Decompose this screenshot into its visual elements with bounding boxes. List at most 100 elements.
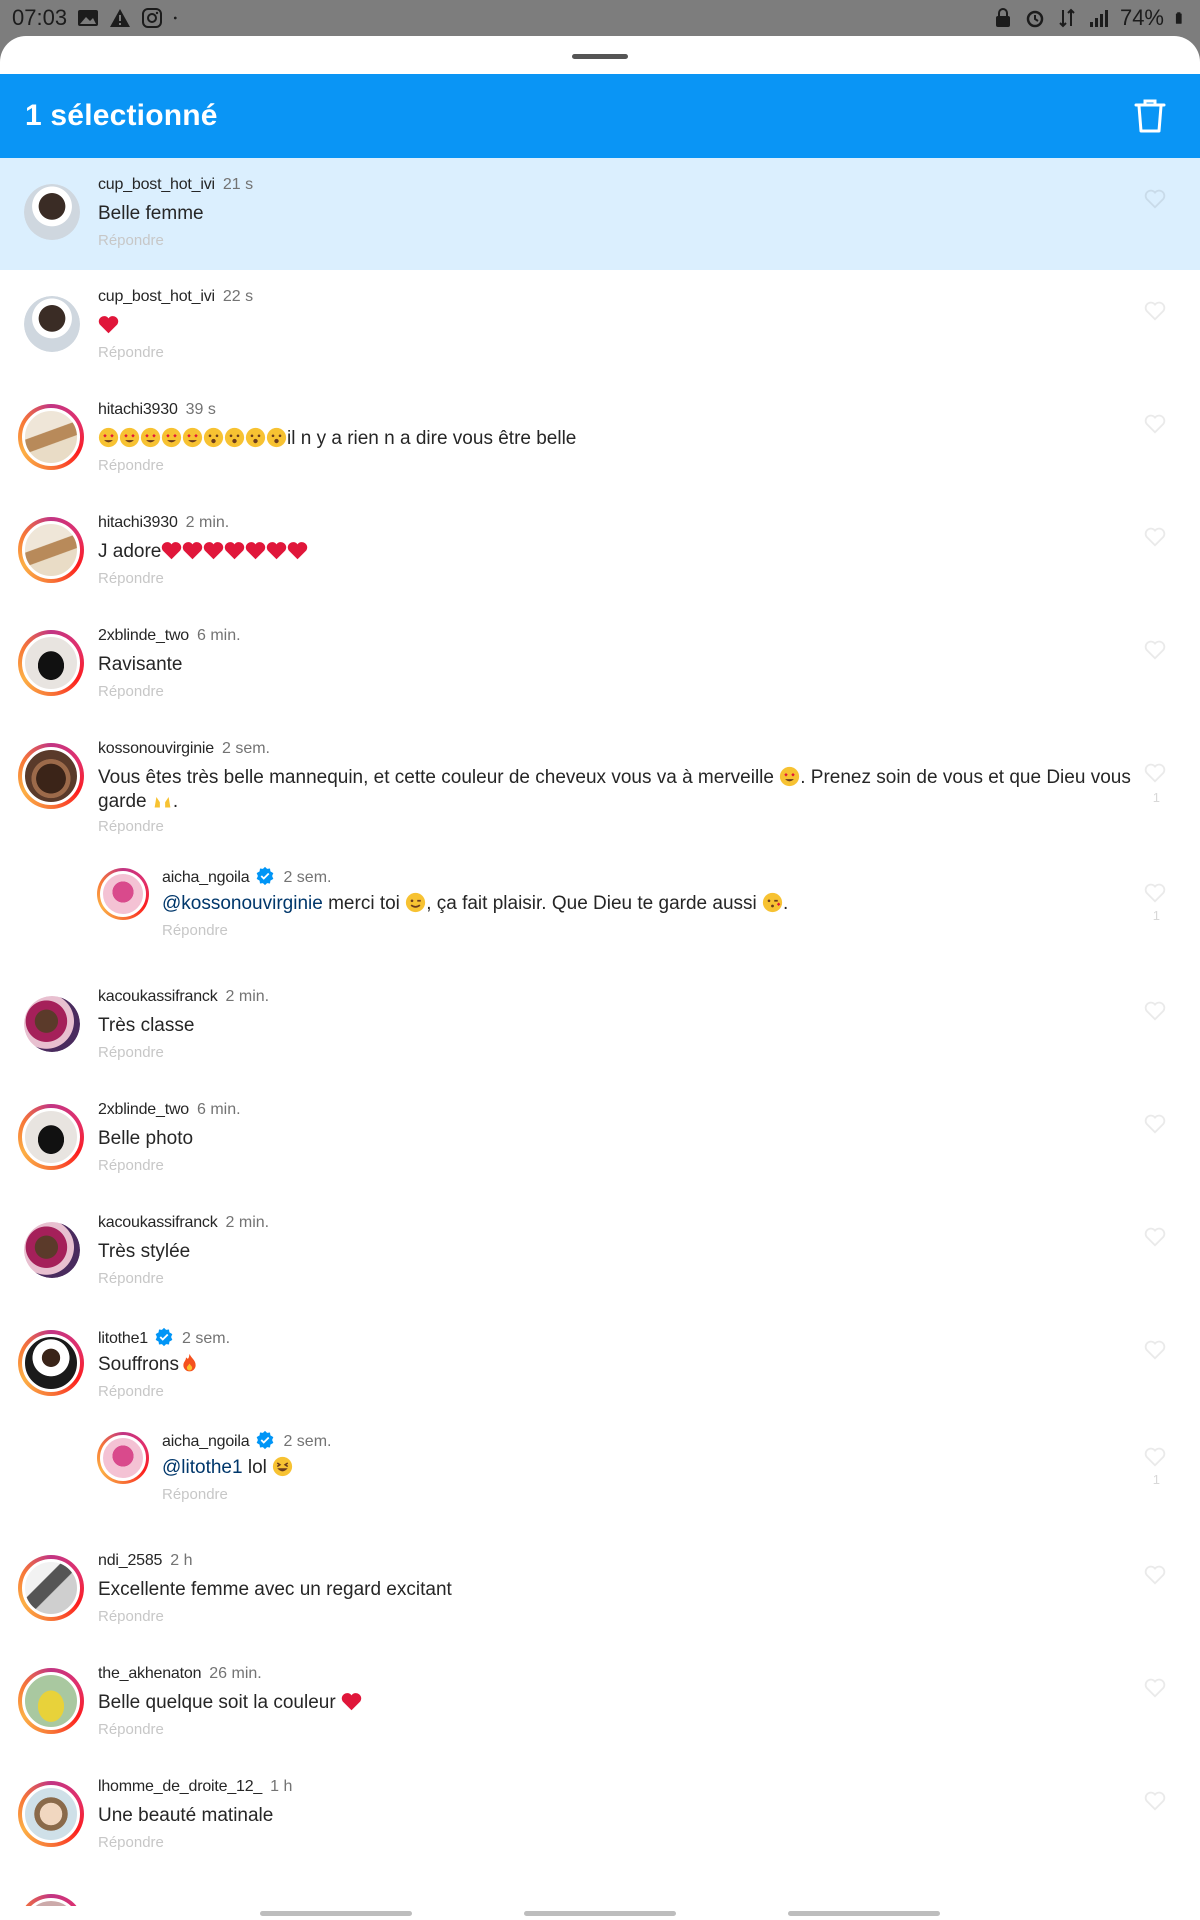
comment-username[interactable]: kacoukassifranck (98, 1214, 218, 1231)
like-heart-icon[interactable] (1144, 882, 1166, 904)
avatar[interactable] (18, 1555, 84, 1621)
reply-button[interactable]: Répondre (98, 1383, 164, 1400)
like-heart-icon[interactable] (1144, 1339, 1166, 1361)
comment-username[interactable]: 2xblinde_two (98, 1101, 189, 1118)
like-heart-icon[interactable] (1144, 1113, 1166, 1135)
avatar[interactable] (97, 868, 149, 920)
reply-button[interactable]: Répondre (98, 818, 164, 835)
nav-recents-pill[interactable] (788, 1911, 940, 1916)
comment-text-body: lol (242, 1457, 273, 1478)
comment-row[interactable]: litothe1 2 sem. Souffrons Répondre (0, 1309, 1200, 1422)
comment-time: 2 sem. (283, 869, 332, 886)
mention-link[interactable]: @litothe1 (162, 1457, 243, 1478)
battery-icon (1175, 12, 1182, 24)
red-heart-emoji-icon (225, 542, 245, 560)
like-heart-icon[interactable] (1144, 1000, 1166, 1022)
reply-button[interactable]: Répondre (98, 232, 164, 249)
reply-comment-row[interactable]: aicha_ngoila 2 sem. @litothe1 lol Répondr… (0, 1422, 1200, 1534)
astonished-emoji-icon (245, 427, 266, 448)
comment-text: Belle photo (98, 1128, 194, 1149)
like-heart-icon[interactable] (1144, 1677, 1166, 1699)
comment-time: 1 h (270, 1778, 293, 1795)
comment-username[interactable]: the_akhenaton (98, 1665, 201, 1682)
comment-row[interactable]: cup_bost_hot_ivi 21 s Belle femme Répondr… (0, 158, 1200, 270)
comment-time: 6 min. (197, 1101, 241, 1118)
like-heart-icon[interactable] (1144, 300, 1166, 322)
avatar[interactable] (18, 1330, 84, 1396)
comment-username[interactable]: kacoukassifranck (98, 988, 218, 1005)
reply-button[interactable]: Répondre (162, 922, 228, 939)
avatar[interactable] (18, 743, 84, 809)
comment-row[interactable]: hitachi3930 39 s il n y a rien n a dire v… (0, 383, 1200, 496)
comment-time: 2 sem. (221, 740, 270, 757)
comment-row[interactable]: 2xblinde_two 6 min. Belle photo Répondre (0, 1083, 1200, 1196)
comment-time: 22 s (222, 288, 254, 305)
heart-eyes-emoji-icon (119, 427, 140, 448)
avatar[interactable] (18, 404, 84, 470)
comment-text: Une beauté matinale (98, 1805, 274, 1826)
like-heart-icon[interactable] (1144, 639, 1166, 661)
comment-username[interactable]: kossonouvirginie (98, 740, 214, 757)
reply-button[interactable]: Répondre (98, 1721, 164, 1738)
like-heart-icon[interactable] (1144, 526, 1166, 548)
comment-row[interactable]: ndi_2585 2 h Excellente femme avec un reg… (0, 1534, 1200, 1647)
comment-text: Excellente femme avec un regard excitant (98, 1579, 452, 1600)
reply-button[interactable]: Répondre (98, 1270, 164, 1287)
comment-row[interactable]: cup_bost_hot_ivi 22 s Répondre (0, 270, 1200, 383)
reply-button[interactable]: Répondre (98, 570, 164, 587)
avatar[interactable] (18, 1781, 84, 1847)
avatar[interactable] (18, 1104, 84, 1170)
comment-time: 6 min. (197, 627, 241, 644)
avatar[interactable] (24, 1222, 80, 1278)
like-heart-icon[interactable] (1144, 413, 1166, 435)
like-heart-icon[interactable] (1144, 762, 1166, 784)
reply-button[interactable]: Répondre (98, 457, 164, 474)
reply-button[interactable]: Répondre (98, 1044, 164, 1061)
avatar[interactable] (24, 184, 80, 240)
reply-button[interactable]: Répondre (98, 1608, 164, 1625)
mention-link[interactable]: @kossonouvirginie (162, 893, 323, 914)
delete-button[interactable] (1130, 94, 1170, 138)
comment-text-body: Belle quelque soit la couleur (98, 1692, 341, 1713)
winking-face-emoji-icon (406, 892, 426, 913)
comment-username[interactable]: ndi_2585 (98, 1552, 162, 1569)
comment-text: Belle quelque soit la couleur (98, 1691, 362, 1715)
comment-row[interactable]: 2xblinde_two 6 min. Ravisante Répondre (0, 609, 1200, 722)
reply-button[interactable]: Répondre (98, 1834, 164, 1851)
comment-username[interactable]: lhomme_de_droite_12_ (98, 1778, 262, 1795)
avatar[interactable] (18, 517, 84, 583)
avatar[interactable] (24, 296, 80, 352)
comment-username[interactable]: hitachi3930 (98, 514, 178, 531)
like-heart-icon[interactable] (1144, 1790, 1166, 1812)
avatar[interactable] (97, 1432, 149, 1484)
comment-row[interactable]: lhomme_de_droite_12_ 1 h Une beauté matin… (0, 1760, 1200, 1873)
reply-button[interactable]: Répondre (98, 1157, 164, 1174)
comment-username[interactable]: aicha_ngoila (162, 1433, 250, 1450)
comment-row[interactable]: kacoukassifranck 2 min. Très stylée Répon… (0, 1196, 1200, 1309)
avatar[interactable] (18, 630, 84, 696)
avatar[interactable] (18, 1668, 84, 1734)
avatar[interactable] (24, 996, 80, 1052)
comment-username[interactable]: hitachi3930 (98, 401, 178, 418)
comment-username[interactable]: cup_bost_hot_ivi (98, 176, 215, 193)
like-heart-icon[interactable] (1144, 188, 1166, 210)
comment-username[interactable]: 2xblinde_two (98, 627, 189, 644)
comment-username[interactable]: litothe1 (98, 1330, 148, 1347)
like-heart-icon[interactable] (1144, 1564, 1166, 1586)
comment-row[interactable]: the_akhenaton 26 min. Belle quelque soit … (0, 1647, 1200, 1760)
reply-comment-row[interactable]: aicha_ngoila 2 sem. @kossonouvirginie mer… (0, 858, 1200, 970)
drag-handle[interactable] (572, 54, 628, 59)
reply-button[interactable]: Répondre (162, 1486, 228, 1503)
reply-button[interactable]: Répondre (98, 683, 164, 700)
like-heart-icon[interactable] (1144, 1446, 1166, 1468)
comment-row[interactable]: hitachi3930 2 min. J adore Répondre (0, 496, 1200, 609)
nav-home-pill[interactable] (524, 1911, 676, 1916)
comment-time: 2 sem. (182, 1330, 231, 1347)
like-heart-icon[interactable] (1144, 1226, 1166, 1248)
comment-username[interactable]: cup_bost_hot_ivi (98, 288, 215, 305)
reply-button[interactable]: Répondre (98, 344, 164, 361)
nav-back-pill[interactable] (260, 1911, 412, 1916)
comment-username[interactable]: aicha_ngoila (162, 869, 250, 886)
comment-row[interactable]: kacoukassifranck 2 min. Très classe Répon… (0, 970, 1200, 1083)
comment-row[interactable]: kossonouvirginie 2 sem. Vous êtes très be… (0, 722, 1200, 858)
